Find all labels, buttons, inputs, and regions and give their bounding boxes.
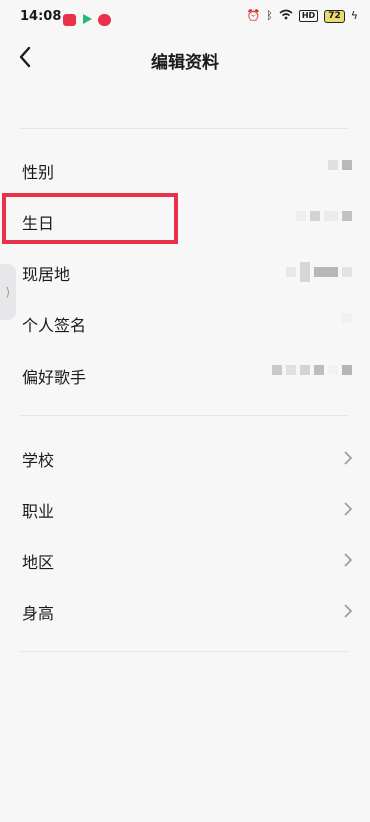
field-favorite-singer[interactable]: 偏好歌手: [0, 352, 370, 398]
field-label: 个人签名: [22, 316, 87, 335]
field-value-obscured: [342, 313, 352, 323]
system-icons: ⏰ ᛒ HD 72 ϟ: [247, 9, 358, 23]
field-location[interactable]: 现居地: [0, 249, 370, 295]
status-bar: 14:08 ⏰ ᛒ HD 72 ϟ: [0, 0, 370, 34]
hd-icon: HD: [298, 10, 319, 22]
chevron-right-icon: [344, 451, 353, 465]
field-value-obscured: [296, 211, 352, 221]
bluetooth-icon: ᛒ: [266, 9, 273, 22]
field-occupation[interactable]: 职业: [0, 486, 370, 532]
chevron-right-icon: [344, 502, 353, 516]
field-label: 学校: [22, 451, 55, 470]
field-label: 职业: [22, 502, 55, 521]
chevron-right-icon: [344, 553, 353, 567]
header: 编辑资料: [0, 34, 370, 82]
play-store-icon: [81, 10, 93, 29]
field-value-obscured: [272, 365, 352, 375]
field-value-obscured: [286, 262, 352, 282]
field-label: 身高: [22, 604, 55, 623]
highlight-box: [2, 193, 178, 244]
field-label: 偏好歌手: [22, 368, 87, 387]
side-drawer-handle[interactable]: ⟩: [0, 264, 16, 320]
status-time: 14:08: [20, 9, 62, 24]
field-region[interactable]: 地区: [0, 537, 370, 583]
notification-icons: [63, 10, 111, 29]
chevron-right-icon: ⟩: [5, 285, 11, 299]
page-title: 编辑资料: [151, 53, 219, 73]
divider: [20, 415, 348, 416]
chevron-right-icon: [344, 604, 353, 618]
field-signature[interactable]: 个人签名: [0, 300, 370, 346]
divider: [20, 651, 348, 652]
wifi-icon: [279, 9, 293, 23]
app-icon: [98, 13, 111, 26]
field-school[interactable]: 学校: [0, 435, 370, 481]
field-value-obscured: [328, 160, 352, 170]
alarm-icon: ⏰: [246, 9, 261, 22]
field-label: 现居地: [22, 265, 71, 284]
field-gender[interactable]: 性别: [0, 147, 370, 193]
field-label: 性别: [22, 163, 55, 182]
divider: [20, 128, 348, 129]
app-notification-icon: [63, 13, 76, 26]
charging-icon: ϟ: [350, 9, 358, 22]
field-height[interactable]: 身高: [0, 588, 370, 634]
field-label: 地区: [22, 553, 55, 572]
battery-icon: 72: [324, 9, 345, 23]
